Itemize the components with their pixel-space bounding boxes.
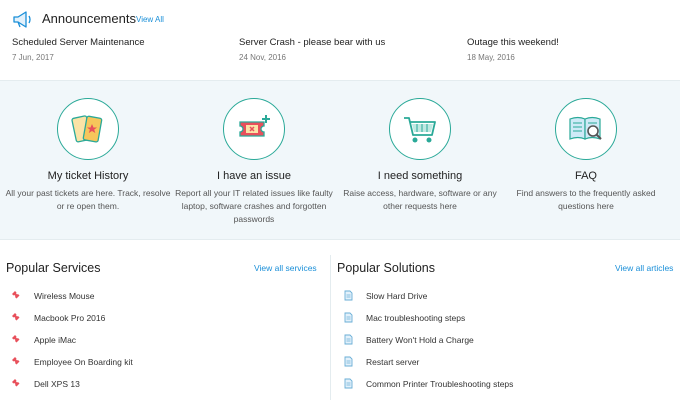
announcement-item[interactable]: Outage this weekend! 18 May, 2016 [467,37,559,62]
popular-services-section: Popular Services View all services Wirel… [0,240,330,400]
document-icon [344,312,353,323]
request-something-icon-circle [389,98,451,160]
service-label: Apple iMac [34,335,77,345]
ticket-history-title: My ticket History [47,170,129,182]
ticket-history-icon-circle [57,98,119,160]
service-label: Wireless Mouse [34,291,95,301]
service-label: Dell XPS 13 [34,379,80,389]
report-issue-description: Report all your IT related issues like f… [175,188,333,224]
ticket-history-card[interactable]: My ticket History All your past tickets … [3,98,173,213]
solution-label: Common Printer Troubleshooting steps [366,379,514,389]
solution-label: Battery Won't Hold a Charge [366,335,474,345]
announcement-title[interactable]: Scheduled Server Maintenance [12,37,145,48]
report-issue-card[interactable]: I have an issue Report all your IT relat… [169,98,339,226]
service-label: Employee On Boarding kit [34,357,133,367]
announcement-title[interactable]: Server Crash - please bear with us [239,37,385,48]
announcement-item[interactable]: Scheduled Server Maintenance 7 Jun, 2017 [12,37,145,62]
announcements-section: Announcements View All Scheduled Server … [0,0,680,80]
ticket-icon [12,379,20,387]
request-something-title: I need something [377,170,463,182]
popular-solutions-title: Popular Solutions [337,261,435,275]
faq-card[interactable]: FAQ Find answers to the frequently asked… [501,98,671,213]
announcements-view-all-link[interactable]: View All [136,15,164,24]
ticket-icon [12,313,20,321]
view-all-articles-link[interactable]: View all articles [615,263,673,273]
popular-services-title: Popular Services [6,261,101,275]
service-label: Macbook Pro 2016 [34,313,106,323]
solution-label: Slow Hard Drive [366,291,428,301]
megaphone-icon [13,11,31,28]
view-all-services-link[interactable]: View all services [254,263,317,273]
faq-title: FAQ [574,170,597,182]
faq-icon-circle [555,98,617,160]
ticket-icon [12,291,20,299]
ticket-plus-icon [239,115,270,137]
ticket-icon [12,357,20,365]
request-something-description: Raise access, hardware, software or any … [343,188,497,211]
tickets-icon [71,115,103,143]
document-icon [344,334,353,345]
announcement-date: 18 May, 2016 [467,53,515,62]
faq-description: Find answers to the frequently asked que… [516,188,656,211]
report-issue-title: I have an issue [217,170,291,182]
solution-label: Restart server [366,357,420,367]
report-issue-icon-circle [223,98,285,160]
announcement-title[interactable]: Outage this weekend! [467,37,559,48]
announcements-title: Announcements [42,11,136,26]
announcement-date: 7 Jun, 2017 [12,53,54,62]
ticket-history-description: All your past tickets are here. Track, r… [5,188,171,211]
request-something-card[interactable]: I need something Raise access, hardware,… [335,98,505,213]
announcement-date: 24 Nov, 2016 [239,53,286,62]
document-icon [344,356,353,367]
popular-solutions-section: Popular Solutions View all articles Slow… [331,240,680,400]
announcement-item[interactable]: Server Crash - please bear with us 24 No… [239,37,385,62]
quick-actions-band: My ticket History All your past tickets … [0,80,680,240]
solution-label: Mac troubleshooting steps [366,313,466,323]
document-icon [344,290,353,301]
book-search-icon [569,116,602,140]
shopping-cart-icon [404,117,436,143]
ticket-icon [12,335,20,343]
document-icon [344,378,353,389]
